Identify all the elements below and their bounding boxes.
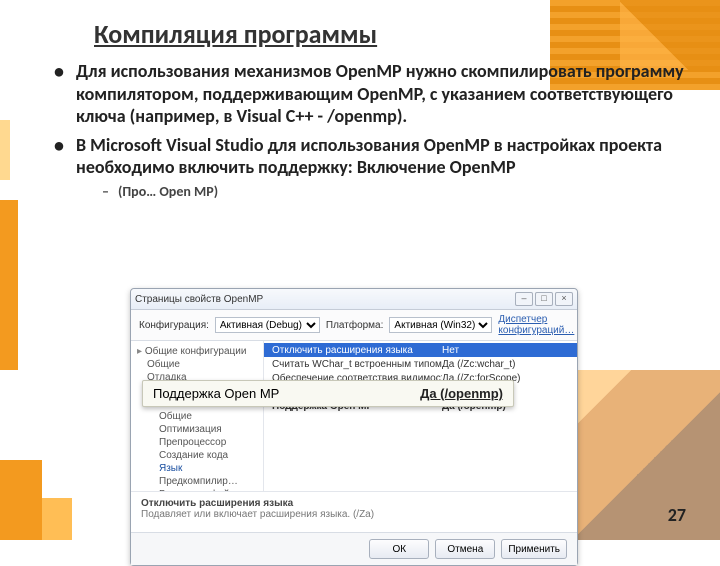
cancel-button[interactable]: Отмена [435,539,495,559]
tree-item[interactable]: Препроцессор [133,436,261,449]
page-number: 27 [668,504,686,526]
maximize-button[interactable]: □ [535,292,553,306]
tree-item[interactable]: Общие [133,358,261,371]
apply-button[interactable]: Применить [501,539,567,559]
tooltip-key: Поддержка Open MP [153,386,279,401]
sub-bullet: (Про… Open MP) [102,183,686,201]
tree-item[interactable]: Язык [133,462,261,475]
close-button[interactable]: × [555,292,573,306]
hint-area: Отключить расширения языка Подавляет или… [131,491,577,532]
property-row[interactable]: Отключить расширения языкаНет [264,343,577,357]
dialog-title: Страницы свойств OpenMP [135,294,263,305]
platform-label: Платформа: [326,320,384,331]
tree-item[interactable]: Предкомпилир… [133,475,261,488]
titlebar[interactable]: Страницы свойств OpenMP – □ × [131,289,577,310]
tooltip-value: Да (/openmp) [420,386,503,401]
property-value: Да (/Zc:wchar_t) [442,359,569,370]
tree-item[interactable]: Общие [133,410,261,423]
config-select[interactable]: Активная (Debug) [215,317,320,333]
ok-button[interactable]: ОК [369,539,429,559]
category-tree[interactable]: Общие конфигурацииОбщиеОтладкаКаталоги V… [131,341,264,491]
bullet-text: В Microsoft Visual Studio для использова… [76,134,662,179]
tree-item[interactable]: Выходные файлы [133,488,261,491]
property-name: Отключить расширения языка [272,345,442,356]
property-row[interactable]: Считать WChar_t встроенным типомДа (/Zc:… [264,357,577,371]
property-value: Нет [442,345,569,356]
slide-title: Компиляция программы [94,18,686,50]
hint-title: Отключить расширения языка [141,498,293,509]
openmp-tooltip: Поддержка Open MP Да (/openmp) [142,380,514,407]
platform-select[interactable]: Активная (Win32) [389,317,492,333]
properties-dialog: Страницы свойств OpenMP – □ × Конфигурац… [130,288,578,566]
property-grid[interactable]: Отключить расширения языкаНетСчитать WCh… [264,341,577,491]
hint-body: Подавляет или включает расширения языка.… [141,509,374,520]
tree-item[interactable]: Создание кода [133,449,261,462]
bullet: Для использования механизмов OpenMP нужн… [54,60,686,128]
config-manager-link[interactable]: Диспетчер конфигураций… [498,314,574,336]
bullet: В Microsoft Visual Studio для использова… [54,134,686,201]
tree-item[interactable]: Оптимизация [133,423,261,436]
config-label: Конфигурация: [139,320,209,331]
minimize-button[interactable]: – [515,292,533,306]
tree-item[interactable]: Общие конфигурации [133,345,261,358]
property-name: Считать WChar_t встроенным типом [272,359,442,370]
